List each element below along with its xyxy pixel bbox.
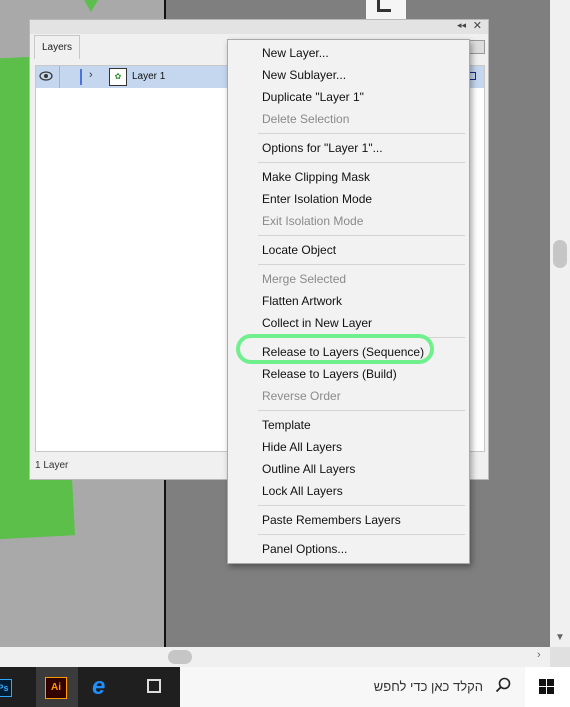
- menu-separator: [258, 133, 465, 134]
- menu-item-panel-options[interactable]: Panel Options...: [262, 542, 347, 556]
- internet-explorer-taskbar-button[interactable]: e: [88, 667, 124, 707]
- panel-titlebar[interactable]: ◂◂ ✕: [30, 20, 488, 34]
- menu-separator: [258, 162, 465, 163]
- photoshop-icon: Ps: [0, 679, 12, 697]
- start-button[interactable]: [525, 667, 570, 707]
- scroll-down-arrow-icon[interactable]: ▼: [555, 632, 565, 643]
- layer-count: 1 Layer: [35, 460, 69, 471]
- menu-item-release-build[interactable]: Release to Layers (Build): [262, 367, 397, 381]
- menu-item-duplicate[interactable]: Duplicate "Layer 1": [262, 90, 364, 104]
- menu-separator: [258, 235, 465, 236]
- menu-item-exit-isolation: Exit Isolation Mode: [262, 214, 364, 228]
- menu-item-paste-remembers-layers[interactable]: Paste Remembers Layers: [262, 513, 401, 527]
- green-arrow-shape: [84, 0, 98, 12]
- scrollbar-corner: [550, 647, 570, 667]
- search-placeholder: הקלד כאן כדי לחפש: [373, 679, 483, 694]
- menu-item-template[interactable]: Template: [262, 418, 311, 432]
- menu-item-enter-isolation[interactable]: Enter Isolation Mode: [262, 192, 372, 206]
- menu-separator: [258, 534, 465, 535]
- menu-separator: [258, 410, 465, 411]
- lock-toggle[interactable]: [59, 66, 60, 88]
- horizontal-scroll-thumb[interactable]: [168, 650, 192, 664]
- menu-separator: [258, 264, 465, 265]
- menu-item-options[interactable]: Options for "Layer 1"...: [262, 141, 383, 155]
- menu-item-hide-all-layers[interactable]: Hide All Layers: [262, 440, 342, 454]
- menu-item-merge-selected: Merge Selected: [262, 272, 347, 286]
- layer-thumbnail: ✿: [109, 68, 127, 86]
- scroll-right-arrow-icon[interactable]: ›: [537, 649, 541, 661]
- menu-item-locate-object[interactable]: Locate Object: [262, 243, 336, 257]
- layer-color-swatch: [80, 69, 82, 85]
- artboard-fragment: [366, 0, 406, 20]
- menu-item-delete-selection: Delete Selection: [262, 112, 350, 126]
- layer-name[interactable]: Layer 1: [132, 71, 165, 82]
- internet-explorer-icon: e: [92, 673, 106, 700]
- menu-item-make-clipping-mask[interactable]: Make Clipping Mask: [262, 170, 370, 184]
- vertical-scrollbar[interactable]: ▼: [550, 0, 570, 647]
- tab-layers[interactable]: Layers: [34, 35, 81, 59]
- close-icon[interactable]: ✕: [473, 19, 482, 32]
- taskbar-search-box[interactable]: הקלד כאן כדי לחפש: [180, 667, 525, 707]
- collapse-icon[interactable]: ◂◂: [457, 20, 466, 31]
- layers-panel-menu: New Layer... New Sublayer... Duplicate "…: [227, 39, 470, 564]
- menu-separator: [258, 505, 465, 506]
- eye-icon[interactable]: [39, 71, 53, 83]
- vertical-scroll-thumb[interactable]: [553, 240, 567, 268]
- task-view-button[interactable]: [140, 667, 176, 707]
- windows-logo-icon: [539, 679, 555, 695]
- panel-menu-icon[interactable]: [469, 40, 485, 54]
- task-view-icon: [147, 679, 161, 693]
- menu-item-lock-all-layers[interactable]: Lock All Layers: [262, 484, 343, 498]
- taskbar: Ps Ai e הקלד כאן כדי לחפש: [0, 667, 570, 707]
- horizontal-scrollbar[interactable]: ›: [0, 647, 550, 667]
- photoshop-taskbar-button[interactable]: Ps: [0, 667, 28, 707]
- illustrator-icon: Ai: [45, 677, 67, 699]
- menu-item-flatten-artwork[interactable]: Flatten Artwork: [262, 294, 342, 308]
- menu-item-new-sublayer[interactable]: New Sublayer...: [262, 68, 346, 82]
- menu-item-collect-new-layer[interactable]: Collect in New Layer: [262, 316, 372, 330]
- highlight-annotation: [236, 334, 434, 364]
- menu-item-outline-all-layers[interactable]: Outline All Layers: [262, 462, 355, 476]
- menu-item-new-layer[interactable]: New Layer...: [262, 46, 329, 60]
- menu-item-reverse-order: Reverse Order: [262, 389, 341, 403]
- expand-chevron-icon[interactable]: ›: [89, 69, 93, 81]
- illustrator-taskbar-button[interactable]: Ai: [36, 667, 78, 707]
- search-icon: [495, 677, 511, 698]
